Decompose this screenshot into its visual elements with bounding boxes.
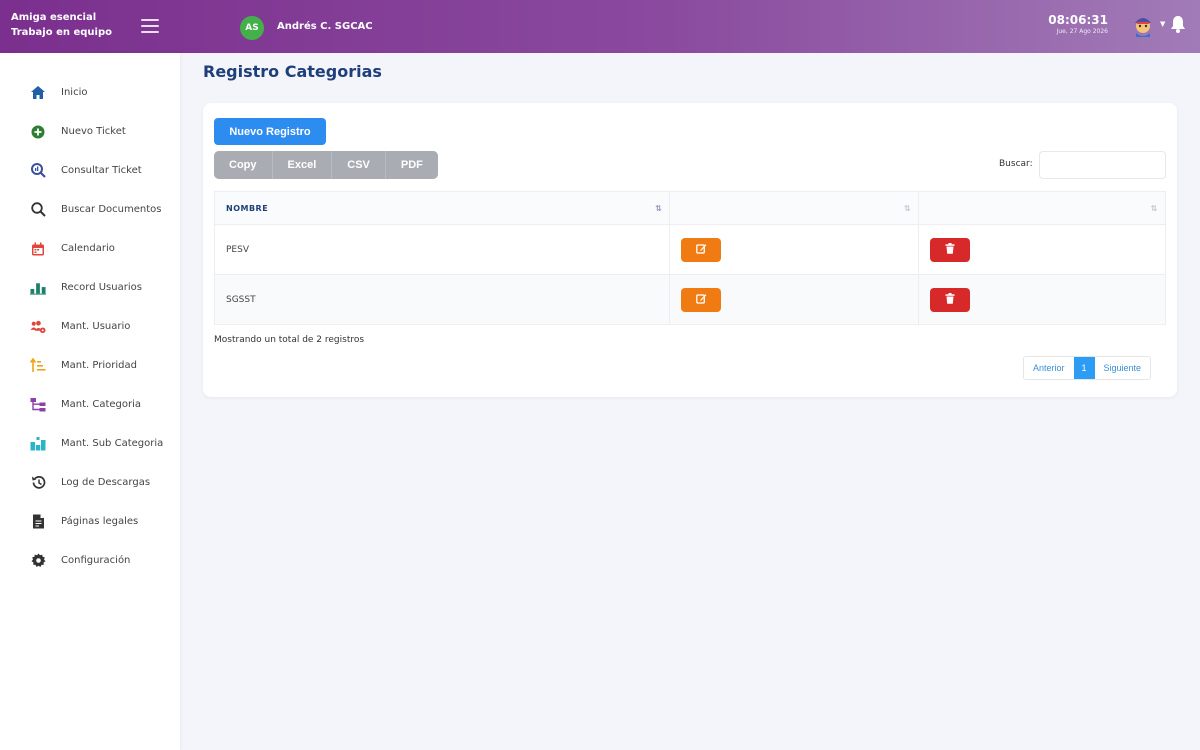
page-1-button[interactable]: 1	[1073, 357, 1095, 379]
hamburger-icon[interactable]	[141, 19, 159, 33]
sort-icon[interactable]: ⇅	[904, 204, 911, 213]
clock-time: 08:06:31	[1048, 13, 1108, 27]
sidebar-menu: Inicio Nuevo Ticket Consultar Ticket Buscar…	[0, 53, 180, 580]
pdf-button[interactable]: PDF	[384, 151, 438, 179]
plus-circle-icon	[30, 124, 46, 140]
csv-button[interactable]: CSV	[331, 151, 385, 179]
sidebar-item-p-ginas-legales[interactable]: Páginas legales	[0, 502, 180, 541]
search-icon	[30, 202, 46, 218]
sidebar-item-label: Configuración	[61, 555, 131, 566]
export-button-group: Copy Excel CSV PDF	[214, 151, 438, 179]
table-row: SGSST	[213, 274, 1166, 325]
cell-nombre: SGSST	[213, 274, 671, 325]
sidebar-item-configuraci-n[interactable]: Configuración	[0, 541, 180, 580]
categories-table: NOMBRE ⇅ ⇅ ⇅ PESV SGSST	[213, 191, 1166, 325]
sidebar-item-mant-sub-categoria[interactable]: Mant. Sub Categoria	[0, 424, 180, 463]
sidebar-item-label: Record Usuarios	[61, 282, 142, 293]
sort-icon[interactable]: ⇅	[1151, 204, 1158, 213]
previous-page-button[interactable]: Anterior	[1024, 357, 1074, 379]
sidebar-item-label: Calendario	[61, 243, 115, 254]
profile-avatar-icon[interactable]	[1132, 13, 1154, 37]
users-gear-icon	[30, 319, 46, 335]
bar-chart-icon	[30, 280, 46, 296]
calendar-icon	[30, 241, 46, 257]
sidebar-item-label: Log de Descargas	[61, 477, 151, 488]
column-header-label: NOMBRE	[226, 203, 269, 213]
chevron-down-icon[interactable]: ▼	[1160, 20, 1165, 28]
clock-date: Jue, 27 Ago 2026	[1056, 28, 1108, 35]
search-label: Buscar:	[999, 159, 1033, 169]
column-header-nombre[interactable]: NOMBRE ⇅	[213, 191, 671, 225]
cell-delete	[918, 274, 1166, 325]
sidebar-item-mant-categoria[interactable]: Mant. Categoria	[0, 385, 180, 424]
sidebar-item-mant-usuario[interactable]: Mant. Usuario	[0, 307, 180, 346]
cell-nombre: PESV	[213, 224, 671, 275]
edit-icon	[696, 242, 707, 257]
category-tree-icon	[30, 397, 46, 413]
table-info: Mostrando un total de 2 registros	[214, 335, 365, 345]
trash-icon	[945, 242, 955, 257]
pagination: Anterior 1 Siguiente	[1023, 356, 1152, 380]
copy-button[interactable]: Copy	[214, 151, 272, 179]
history-icon	[30, 475, 46, 491]
page-title: Registro Categorias	[203, 62, 382, 81]
trash-icon	[945, 292, 955, 307]
content-card: Nuevo Registro Copy Excel CSV PDF Buscar…	[203, 103, 1177, 397]
top-header: Amiga esencial Trabajo en equipo AS Andr…	[0, 0, 1200, 53]
brand[interactable]: Amiga esencial Trabajo en equipo	[11, 10, 112, 40]
legal-file-icon	[30, 514, 46, 530]
excel-button[interactable]: Excel	[271, 151, 332, 179]
sidebar-item-label: Mant. Categoria	[61, 399, 142, 410]
cell-edit	[669, 274, 920, 325]
table-header-row: NOMBRE ⇅ ⇅ ⇅	[213, 191, 1166, 225]
sidebar-item-mant-prioridad[interactable]: Mant. Prioridad	[0, 346, 180, 385]
column-header-delete[interactable]: ⇅	[918, 191, 1166, 225]
cell-delete	[918, 224, 1166, 275]
sidebar-item-label: Mant. Sub Categoria	[61, 438, 164, 449]
clock: 08:06:31 Jue, 27 Ago 2026	[1048, 13, 1108, 36]
gear-icon	[30, 553, 46, 569]
delete-button[interactable]	[930, 287, 971, 312]
sidebar-item-label: Buscar Documentos	[61, 204, 162, 215]
sidebar-item-label: Nuevo Ticket	[61, 126, 126, 137]
sidebar-item-calendario[interactable]: Calendario	[0, 229, 180, 268]
search-input[interactable]	[1039, 151, 1166, 179]
edit-button[interactable]	[681, 237, 722, 262]
sidebar-item-label: Mant. Prioridad	[61, 360, 137, 371]
home-icon	[30, 85, 46, 101]
sidebar: Inicio Nuevo Ticket Consultar Ticket Buscar…	[0, 53, 180, 750]
delete-button[interactable]	[930, 237, 971, 262]
cell-edit	[669, 224, 920, 275]
brand-line-1: Amiga esencial	[11, 12, 97, 23]
sidebar-item-label: Mant. Usuario	[61, 321, 131, 332]
sidebar-item-inicio[interactable]: Inicio	[0, 73, 180, 112]
table-row: PESV	[213, 224, 1166, 275]
sort-priority-icon	[30, 358, 46, 374]
subcategory-icon	[30, 436, 46, 452]
sidebar-item-label: Páginas legales	[61, 516, 139, 527]
sidebar-item-nuevo-ticket[interactable]: Nuevo Ticket	[0, 112, 180, 151]
search-chart-icon	[30, 163, 46, 179]
bell-icon[interactable]	[1170, 15, 1186, 33]
user-name: Andrés C. SGCAC	[277, 21, 373, 32]
next-page-button[interactable]: Siguiente	[1094, 357, 1151, 379]
brand-line-2: Trabajo en equipo	[11, 27, 112, 38]
user-avatar[interactable]: AS	[240, 16, 264, 40]
sidebar-item-record-usuarios[interactable]: Record Usuarios	[0, 268, 180, 307]
edit-icon	[696, 292, 707, 307]
sidebar-item-label: Consultar Ticket	[61, 165, 142, 176]
sidebar-item-buscar-documentos[interactable]: Buscar Documentos	[0, 190, 180, 229]
edit-button[interactable]	[681, 287, 722, 312]
sidebar-item-label: Inicio	[61, 87, 88, 98]
sidebar-item-consultar-ticket[interactable]: Consultar Ticket	[0, 151, 180, 190]
sort-asc-icon[interactable]: ⇅	[655, 204, 662, 213]
sidebar-item-log-de-descargas[interactable]: Log de Descargas	[0, 463, 180, 502]
column-header-edit[interactable]: ⇅	[669, 191, 920, 225]
new-record-button[interactable]: Nuevo Registro	[214, 118, 326, 145]
